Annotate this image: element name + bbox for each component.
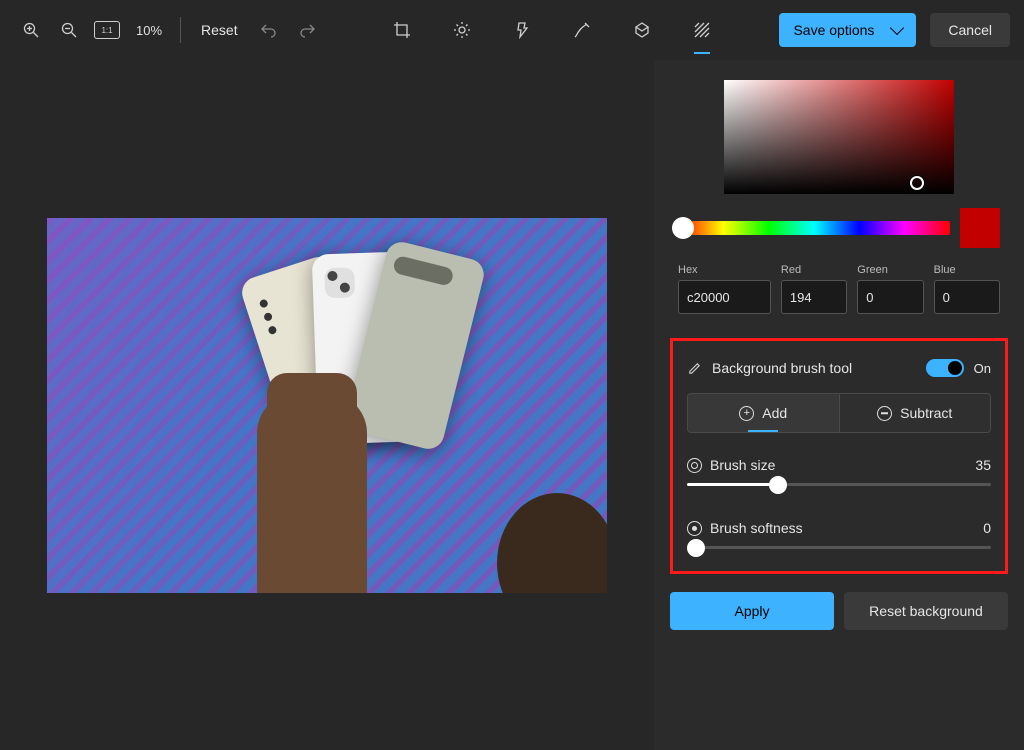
- markup-icon[interactable]: [562, 10, 602, 50]
- hue-thumb[interactable]: [672, 217, 694, 239]
- brush-size-label: Brush size: [710, 457, 967, 473]
- zoom-percent-label: 10%: [128, 23, 170, 38]
- brush-mode-segment: + Add Subtract: [687, 393, 991, 433]
- add-label: Add: [762, 405, 787, 421]
- redo-icon[interactable]: [290, 13, 324, 47]
- brush-toggle[interactable]: [926, 359, 964, 377]
- minus-circle-icon: [877, 406, 892, 421]
- save-options-label: Save options: [793, 22, 874, 38]
- zoom-out-icon[interactable]: [52, 13, 86, 47]
- apply-button[interactable]: Apply: [670, 592, 834, 630]
- brush-softness-thumb[interactable]: [687, 539, 705, 557]
- green-label: Green: [857, 264, 923, 276]
- crop-icon[interactable]: [382, 10, 422, 50]
- brush-toggle-label: On: [974, 361, 991, 376]
- erase-icon[interactable]: [622, 10, 662, 50]
- green-input[interactable]: 0: [857, 280, 923, 314]
- color-swatch: [960, 208, 1000, 248]
- chevron-down-icon: [890, 21, 904, 35]
- undo-icon[interactable]: [252, 13, 286, 47]
- brush-size-value: 35: [975, 457, 991, 473]
- right-panel: Hex c20000 Red 194 Green 0 Blue 0: [654, 60, 1024, 750]
- brush-size-icon: [687, 458, 702, 473]
- brush-size-slider[interactable]: [687, 483, 991, 486]
- brush-softness-label: Brush softness: [710, 520, 975, 536]
- red-label: Red: [781, 264, 847, 276]
- brush-softness-value: 0: [983, 520, 991, 536]
- fit-icon[interactable]: 1:1: [90, 13, 124, 47]
- hex-label: Hex: [678, 264, 771, 276]
- add-mode-button[interactable]: + Add: [688, 394, 839, 432]
- red-input[interactable]: 194: [781, 280, 847, 314]
- image-preview[interactable]: [47, 218, 607, 593]
- center-tools: [382, 10, 722, 50]
- top-toolbar: 1:1 10% Reset Save options Cancel: [0, 0, 1024, 60]
- filter-icon[interactable]: [502, 10, 542, 50]
- adjust-icon[interactable]: [442, 10, 482, 50]
- color-picker: Hex c20000 Red 194 Green 0 Blue 0: [670, 60, 1008, 314]
- hex-input[interactable]: c20000: [678, 280, 771, 314]
- brush-size-thumb[interactable]: [769, 476, 787, 494]
- zoom-in-icon[interactable]: [14, 13, 48, 47]
- background-icon[interactable]: [682, 10, 722, 50]
- subtract-label: Subtract: [900, 405, 952, 421]
- brush-icon: [687, 361, 702, 376]
- cancel-button[interactable]: Cancel: [930, 13, 1010, 47]
- brush-softness-slider[interactable]: [687, 546, 991, 549]
- canvas-area: [0, 60, 654, 750]
- hue-slider[interactable]: [678, 221, 950, 235]
- reset-background-button[interactable]: Reset background: [844, 592, 1008, 630]
- plus-circle-icon: +: [739, 406, 754, 421]
- divider: [180, 17, 181, 43]
- blue-label: Blue: [934, 264, 1000, 276]
- saturation-value-picker[interactable]: [724, 80, 954, 194]
- sv-cursor[interactable]: [910, 176, 924, 190]
- blue-input[interactable]: 0: [934, 280, 1000, 314]
- brush-tool-title: Background brush tool: [712, 360, 916, 376]
- subtract-mode-button[interactable]: Subtract: [840, 394, 991, 432]
- save-options-button[interactable]: Save options: [779, 13, 916, 47]
- reset-view-button[interactable]: Reset: [191, 16, 248, 44]
- background-brush-panel: Background brush tool On + Add Subtract: [670, 338, 1008, 574]
- brush-softness-icon: [687, 521, 702, 536]
